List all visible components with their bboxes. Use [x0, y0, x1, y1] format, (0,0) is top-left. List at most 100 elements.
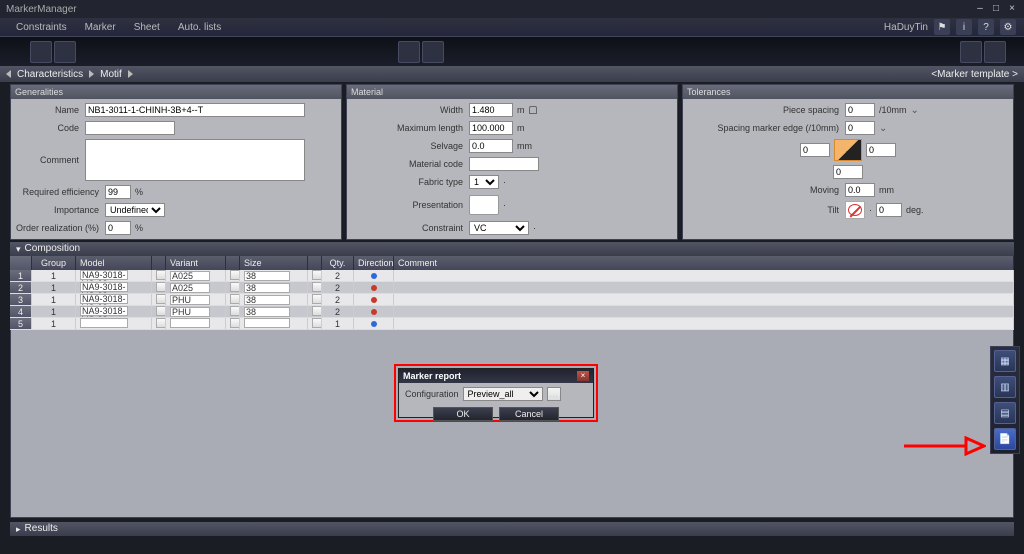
cell-direction[interactable]: [354, 306, 394, 317]
tilt-input[interactable]: [876, 203, 902, 217]
cell-comment[interactable]: [394, 270, 1014, 281]
cell-variant-picker[interactable]: [226, 294, 240, 305]
selvage-input[interactable]: [469, 139, 513, 153]
th-qty[interactable]: Qty.: [322, 256, 354, 270]
cell-qty[interactable]: 2: [322, 270, 354, 281]
cell-model[interactable]: NA9-3018-VC-38: [76, 306, 152, 317]
toolbar-btn-6[interactable]: [984, 41, 1006, 63]
config-more-button[interactable]: …: [547, 387, 561, 401]
maxlen-input[interactable]: [469, 121, 513, 135]
cell-variant[interactable]: [166, 318, 226, 329]
no-tilt-icon[interactable]: [845, 201, 865, 219]
cell-model-picker[interactable]: [152, 318, 166, 329]
toolbar-btn-5[interactable]: [960, 41, 982, 63]
cell-size-picker[interactable]: [308, 270, 322, 281]
results-bar[interactable]: ▸ Results: [10, 522, 1014, 536]
cell-group[interactable]: 1: [32, 318, 76, 329]
cell-variant[interactable]: A025: [166, 282, 226, 293]
constraint-select[interactable]: VC: [469, 221, 529, 235]
maximize-button[interactable]: □: [990, 3, 1002, 15]
composition-header[interactable]: ▾ Composition: [10, 242, 1014, 256]
toolbar-btn-1[interactable]: [30, 41, 52, 63]
cell-direction[interactable]: [354, 294, 394, 305]
table-row[interactable]: 21NA9-3018-VC-38A025382: [10, 282, 1014, 294]
cell-model-picker[interactable]: [152, 270, 166, 281]
cancel-button[interactable]: Cancel: [499, 407, 559, 421]
cell-size-picker[interactable]: [308, 282, 322, 293]
table-row[interactable]: 11NA9-3018-VC-38A025382: [10, 270, 1014, 282]
req-eff-input[interactable]: [105, 185, 131, 199]
cell-model[interactable]: NA9-3018-VC-38: [76, 282, 152, 293]
cell-size[interactable]: 38: [240, 270, 308, 281]
breadcrumb-motif[interactable]: Motif: [100, 69, 122, 80]
cell-model[interactable]: NA9-3018-VC-38: [76, 294, 152, 305]
cell-size[interactable]: 38: [240, 282, 308, 293]
fabric-select[interactable]: 1: [469, 175, 499, 189]
help-icon[interactable]: ?: [978, 19, 994, 35]
table-row[interactable]: 41NA9-3018-VC-38PHU382: [10, 306, 1014, 318]
table-row[interactable]: 511: [10, 318, 1014, 330]
toolbar-btn-4[interactable]: [422, 41, 444, 63]
breadcrumb-back-icon[interactable]: [6, 70, 11, 78]
cell-qty[interactable]: 2: [322, 306, 354, 317]
lock-icon[interactable]: [529, 106, 537, 114]
th-direction[interactable]: Direction: [354, 256, 394, 270]
dock-btn-3[interactable]: ▤: [994, 402, 1016, 424]
table-row[interactable]: 31NA9-3018-VC-38PHU382: [10, 294, 1014, 306]
presentation-swatch[interactable]: [469, 195, 499, 215]
cell-size-picker[interactable]: [308, 294, 322, 305]
th-variant[interactable]: Variant: [166, 256, 226, 270]
toolbar-btn-3[interactable]: [398, 41, 420, 63]
ok-button[interactable]: OK: [433, 407, 493, 421]
tol-left-input[interactable]: [800, 143, 830, 157]
cell-variant[interactable]: PHU: [166, 306, 226, 317]
dialog-close-button[interactable]: ×: [577, 371, 589, 381]
cell-variant-picker[interactable]: [226, 282, 240, 293]
menu-marker[interactable]: Marker: [85, 22, 116, 33]
cell-group[interactable]: 1: [32, 294, 76, 305]
menu-sheet[interactable]: Sheet: [134, 22, 160, 33]
menu-constraints[interactable]: Constraints: [16, 22, 67, 33]
dock-btn-1[interactable]: ▦: [994, 350, 1016, 372]
cell-group[interactable]: 1: [32, 270, 76, 281]
cell-comment[interactable]: [394, 282, 1014, 293]
th-model[interactable]: Model: [76, 256, 152, 270]
dialog-titlebar[interactable]: Marker report ×: [399, 369, 593, 383]
cell-group[interactable]: 1: [32, 282, 76, 293]
config-select[interactable]: Preview_all: [463, 387, 543, 401]
comment-textarea[interactable]: [85, 139, 305, 181]
cell-group[interactable]: 1: [32, 306, 76, 317]
th-size[interactable]: Size: [240, 256, 308, 270]
cell-qty[interactable]: 2: [322, 282, 354, 293]
cell-size[interactable]: 38: [240, 294, 308, 305]
settings-icon[interactable]: ⚙: [1000, 19, 1016, 35]
order-real-input[interactable]: [105, 221, 131, 235]
cell-model-picker[interactable]: [152, 306, 166, 317]
tol-mid-input[interactable]: [833, 165, 863, 179]
cell-size[interactable]: 38: [240, 306, 308, 317]
dock-btn-report[interactable]: 📄: [994, 428, 1016, 450]
cell-size-picker[interactable]: [308, 306, 322, 317]
matcode-input[interactable]: [469, 157, 539, 171]
cell-variant-picker[interactable]: [226, 318, 240, 329]
cell-model[interactable]: [76, 318, 152, 329]
cell-variant[interactable]: A025: [166, 270, 226, 281]
cell-size[interactable]: [240, 318, 308, 329]
minimize-button[interactable]: –: [974, 3, 986, 15]
cell-comment[interactable]: [394, 306, 1014, 317]
toolbar-btn-2[interactable]: [54, 41, 76, 63]
info-icon[interactable]: i: [956, 19, 972, 35]
importance-select[interactable]: Undefined: [105, 203, 165, 217]
cell-direction[interactable]: [354, 282, 394, 293]
dock-btn-2[interactable]: ▥: [994, 376, 1016, 398]
width-input[interactable]: [469, 103, 513, 117]
cell-variant-picker[interactable]: [226, 270, 240, 281]
code-input[interactable]: [85, 121, 175, 135]
moving-input[interactable]: [845, 183, 875, 197]
cell-direction[interactable]: [354, 318, 394, 329]
cell-comment[interactable]: [394, 294, 1014, 305]
chevron-down-icon[interactable]: ⌄: [879, 123, 887, 134]
cell-qty[interactable]: 2: [322, 294, 354, 305]
close-button[interactable]: ×: [1006, 3, 1018, 15]
th-group[interactable]: Group: [32, 256, 76, 270]
